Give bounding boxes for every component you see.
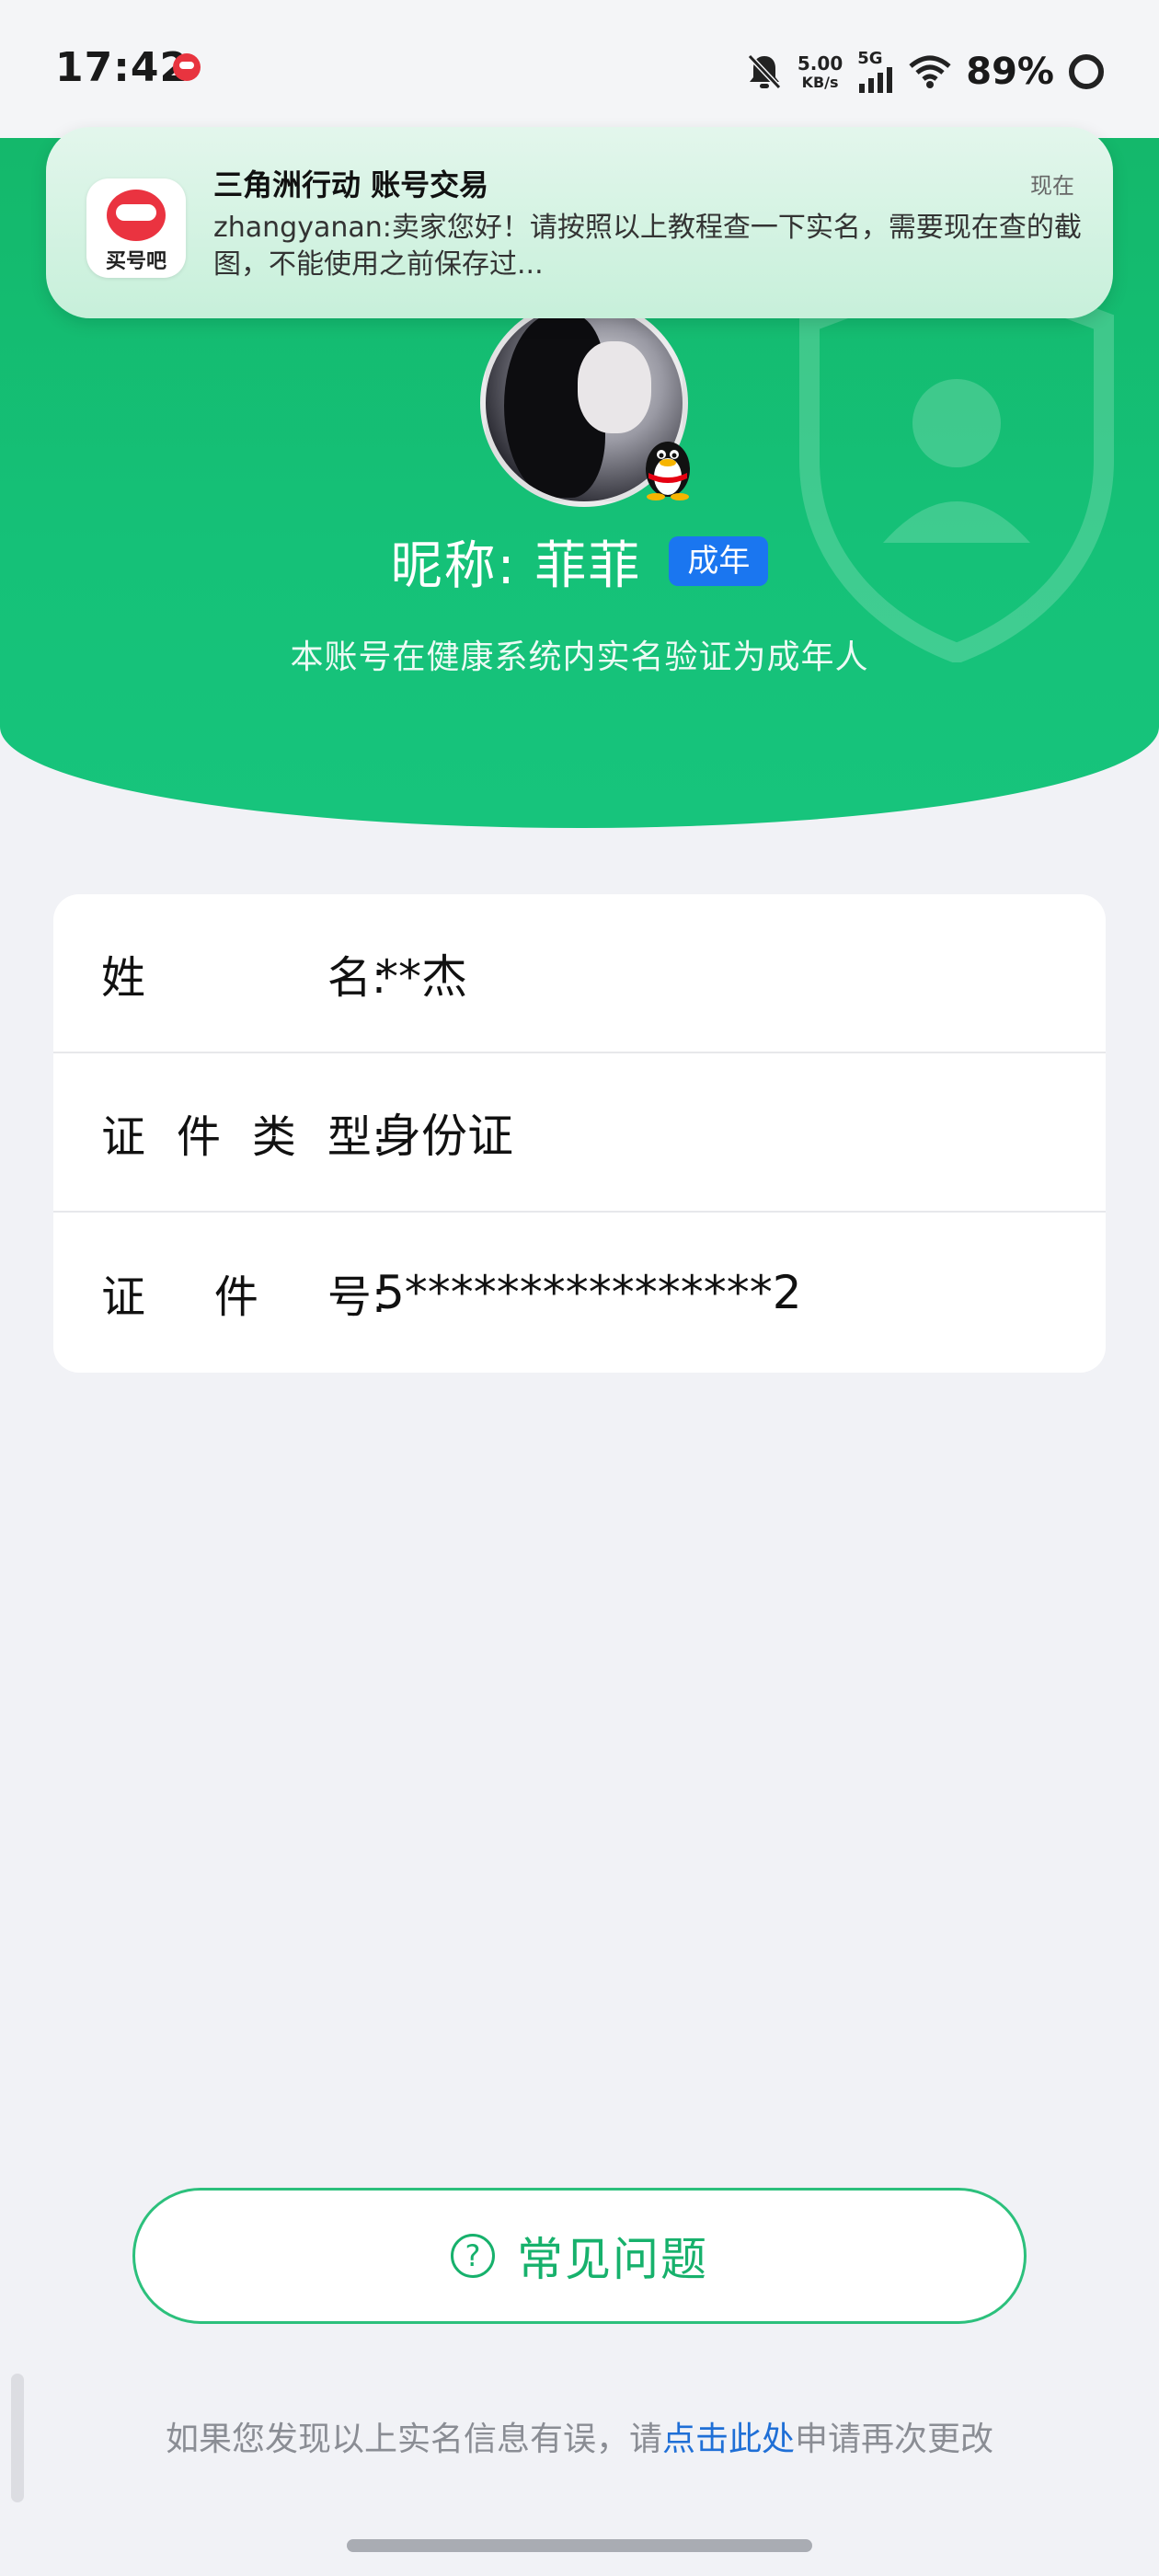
signal-group: 5G (857, 51, 894, 93)
notification-title: 三角洲行动 账号交易 (213, 167, 489, 202)
battery-percent: 89% (966, 51, 1054, 93)
net-speed-value: 5.00 (797, 52, 843, 75)
notification-banner[interactable]: 买号吧 三角洲行动 账号交易 现在 zhangyanan:卖家您好！请按照以上教… (46, 127, 1113, 318)
avatar-face (578, 341, 651, 433)
adult-badge: 成年 (669, 536, 769, 586)
faq-label: 常见问题 (517, 2233, 708, 2286)
qq-penguin-icon (646, 442, 690, 500)
wifi-icon (909, 55, 951, 88)
footer-text-before: 如果您发现以上实名信息有误，请 (165, 2421, 662, 2458)
footer-note: 如果您发现以上实名信息有误，请点击此处申请再次更改 (0, 2412, 1159, 2460)
info-label-id-type: 证 件 类 型: (101, 1100, 386, 1165)
notification-body: zhangyanan:卖家您好！请按照以上教程查一下实名，需要现在查的截图，不能… (213, 212, 1082, 281)
nickname-row: 昵称: 菲菲 成年 (0, 524, 1159, 598)
mute-bell-icon (747, 53, 782, 90)
info-value-id-type: 身份证 (375, 1109, 513, 1163)
battery-ring-icon (1069, 54, 1104, 89)
info-label-char: 件 (176, 1110, 221, 1163)
app-notification-icon (173, 53, 201, 81)
edge-gesture-handle[interactable] (11, 2374, 24, 2502)
notification-app-icon-label: 买号吧 (105, 250, 166, 273)
info-label-char: 证 (101, 1271, 146, 1323)
info-value-name: **杰 (375, 949, 467, 1004)
info-label-char: 证 (101, 1110, 146, 1163)
verify-note: 本账号在健康系统内实名验证为成年人 (290, 638, 869, 676)
notification-app-icon: 买号吧 (86, 178, 186, 278)
net-speed-unit: KB/s (801, 73, 839, 91)
monkey-eyes (116, 204, 156, 221)
info-label-char: 类 (251, 1110, 296, 1163)
info-label-name: 姓 名: (101, 941, 386, 1006)
notification-time: 现在 (1030, 173, 1074, 199)
nickname: 昵称: 菲菲 (390, 535, 642, 596)
shield-decoration-icon (799, 258, 1114, 662)
info-row-id-type: 证 件 类 型: 身份证 (53, 1053, 1106, 1213)
info-label-char: 件 (213, 1271, 258, 1323)
footer-text-after: 申请再次更改 (795, 2421, 994, 2458)
signal-icon (859, 67, 893, 93)
faq-button[interactable]: ? 常见问题 (132, 2188, 1027, 2324)
real-name-info-card: 姓 名: **杰 证 件 类 型: 身份证 证 件 号: 5**********… (53, 894, 1106, 1373)
home-indicator[interactable] (347, 2539, 812, 2552)
info-row-id-number: 证 件 号: 5****************2 (53, 1213, 1106, 1372)
info-value-id-number: 5****************2 (375, 1265, 802, 1319)
status-bar: 17:42 5.00 KB/s 5G 89% (0, 0, 1159, 138)
info-label-char: 姓 (101, 951, 146, 1004)
status-time: 17:42 (55, 44, 189, 91)
network-type: 5G (857, 49, 883, 68)
info-row-name: 姓 名: **杰 (53, 894, 1106, 1053)
question-circle-icon: ? (451, 2234, 495, 2278)
info-label-id-number: 证 件 号: (101, 1260, 386, 1325)
modify-request-link[interactable]: 点击此处 (662, 2421, 795, 2458)
net-speed: 5.00 KB/s (798, 54, 843, 90)
status-indicators: 5.00 KB/s 5G 89% (746, 46, 1104, 98)
